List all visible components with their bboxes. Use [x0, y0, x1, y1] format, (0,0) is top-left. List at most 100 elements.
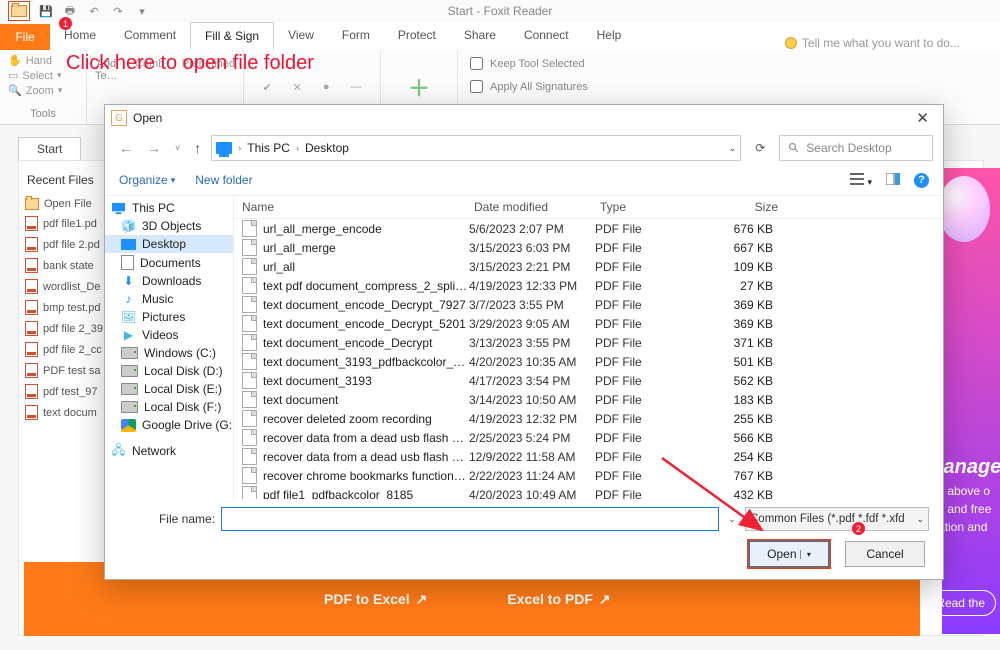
annotation-arrow: [656, 452, 786, 544]
organize-button[interactable]: Organize ▾: [119, 173, 175, 187]
col-name[interactable]: Name: [234, 200, 474, 214]
breadcrumb[interactable]: › This PC › Desktop ⌄: [211, 135, 741, 161]
tree-item-network[interactable]: 🖧Network: [105, 442, 233, 460]
add-signature-icon[interactable]: ＋: [408, 71, 430, 103]
undo-icon[interactable]: ↶: [86, 3, 102, 19]
file-icon: [242, 391, 257, 408]
search-icon: [788, 142, 800, 154]
recent-file-item[interactable]: pdf file 2_cc: [19, 339, 109, 360]
file-row[interactable]: recover deleted zoom recording4/19/2023 …: [234, 409, 943, 428]
tree-item-local-disk-f-[interactable]: Local Disk (F:): [105, 398, 233, 416]
gdrive-icon: [121, 419, 136, 432]
recent-file-item[interactable]: wordlist_De: [19, 276, 109, 297]
tree-item-documents[interactable]: Documents: [105, 253, 233, 272]
recent-file-item[interactable]: text docum: [19, 402, 109, 423]
ribbon-tab-fill-sign[interactable]: Fill & Sign: [190, 22, 274, 50]
recent-file-item[interactable]: pdf file 2.pd: [19, 234, 109, 255]
search-input[interactable]: Search Desktop: [779, 135, 933, 161]
tree-item-windows-c-[interactable]: Windows (C:): [105, 344, 233, 362]
tree-item-local-disk-e-[interactable]: Local Disk (E:): [105, 380, 233, 398]
promo-cta-button[interactable]: Read the: [925, 590, 996, 616]
file-row[interactable]: text document3/14/2023 10:50 AMPDF File1…: [234, 390, 943, 409]
file-row[interactable]: pdf file1_pdfbackcolor_81854/20/2023 10:…: [234, 485, 943, 499]
tree-item-google-drive-g-[interactable]: Google Drive (G:: [105, 416, 233, 434]
ribbon-tab-help[interactable]: Help: [583, 22, 636, 48]
nav-back-icon[interactable]: ←: [115, 138, 137, 158]
keep-tool-checkbox[interactable]: Keep Tool Selected: [466, 54, 588, 73]
ribbon-tabs: File HomeCommentFill & SignViewFormProte…: [0, 22, 1000, 51]
apply-signatures-checkbox[interactable]: Apply All Signatures: [466, 77, 588, 96]
nav-up-icon[interactable]: ↑: [190, 138, 205, 158]
zoom-tool[interactable]: 🔍 Zoom ▾: [8, 84, 78, 97]
nav-fwd-icon[interactable]: →: [143, 138, 165, 158]
tree-item-videos[interactable]: ▶Videos: [105, 326, 233, 344]
ribbon-tab-connect[interactable]: Connect: [510, 22, 583, 48]
pdf-icon: [25, 321, 38, 336]
file-row[interactable]: recover data from a dead usb flash drive…: [234, 428, 943, 447]
start-tab[interactable]: Start: [18, 137, 81, 160]
recent-file-item[interactable]: pdf test_97: [19, 381, 109, 402]
tree-item-this-pc[interactable]: This PC: [105, 199, 233, 217]
tree-item-pictures[interactable]: 🖼Pictures: [105, 308, 233, 326]
crumb-desktop[interactable]: Desktop: [305, 141, 349, 155]
open-file-qat-button[interactable]: [8, 1, 30, 21]
file-row[interactable]: url_all3/15/2023 2:21 PMPDF File109 KB: [234, 257, 943, 276]
crumb-this-pc[interactable]: This PC: [247, 141, 290, 155]
ribbon-tab-protect[interactable]: Protect: [384, 22, 450, 48]
file-name-input[interactable]: [221, 507, 719, 531]
file-row[interactable]: text pdf document_compress_2_split_pdf..…: [234, 276, 943, 295]
col-date[interactable]: Date modified: [474, 200, 600, 214]
tell-me-search[interactable]: Tell me what you want to do...: [786, 36, 1000, 50]
view-mode-icon[interactable]: ▾: [850, 173, 872, 188]
recent-file-item[interactable]: PDF test sa: [19, 360, 109, 381]
excel-to-pdf-link[interactable]: Excel to PDF ↗: [507, 591, 610, 608]
file-row[interactable]: url_all_merge_encode5/6/2023 2:07 PMPDF …: [234, 219, 943, 238]
col-type[interactable]: Type: [600, 200, 706, 214]
file-row[interactable]: url_all_merge3/15/2023 6:03 PMPDF File66…: [234, 238, 943, 257]
file-row[interactable]: text document_encode_Decrypt_52013/29/20…: [234, 314, 943, 333]
annotation-badge-2: 2: [852, 522, 865, 535]
crumb-dropdown-icon[interactable]: ⌄: [729, 143, 737, 154]
nav-history-icon[interactable]: ˅: [171, 141, 184, 155]
file-row[interactable]: recover data from a dead usb flash drive…: [234, 447, 943, 466]
preview-pane-icon[interactable]: [886, 173, 900, 188]
tree-item-music[interactable]: ♪Music: [105, 290, 233, 308]
ribbon-tab-share[interactable]: Share: [450, 22, 510, 48]
close-icon[interactable]: ✕: [908, 107, 937, 129]
annotation-badge-1: 1: [59, 17, 72, 30]
new-folder-button[interactable]: New folder: [195, 173, 252, 187]
qat-more-icon[interactable]: ▾: [134, 3, 150, 19]
file-icon: [242, 258, 257, 275]
refresh-icon[interactable]: ⟳: [747, 135, 773, 161]
save-icon[interactable]: 💾: [38, 3, 54, 19]
tree-item-downloads[interactable]: ⬇Downloads: [105, 272, 233, 290]
recent-file-item[interactable]: bmp test.pd: [19, 297, 109, 318]
file-icon: [242, 277, 257, 294]
ribbon-tab-form[interactable]: Form: [328, 22, 384, 48]
recent-file-item[interactable]: pdf file 2_39: [19, 318, 109, 339]
dialog-toolbar: Organize ▾ New folder ▾ ?: [105, 165, 943, 196]
file-row[interactable]: text document_encode_Decrypt_79273/7/202…: [234, 295, 943, 314]
recent-file-item[interactable]: bank state: [19, 255, 109, 276]
file-row[interactable]: text document_31934/17/2023 3:54 PMPDF F…: [234, 371, 943, 390]
col-size[interactable]: Size: [706, 200, 788, 214]
file-icon: [242, 467, 257, 484]
tree-item-local-disk-d-[interactable]: Local Disk (D:): [105, 362, 233, 380]
file-row[interactable]: text document_3193_pdfbackcolor_77284/20…: [234, 352, 943, 371]
file-tab[interactable]: File: [0, 24, 50, 50]
file-row[interactable]: recover chrome bookmarks functional p...…: [234, 466, 943, 485]
pdf-icon: [25, 300, 38, 315]
cancel-button[interactable]: Cancel: [845, 541, 925, 567]
redo-icon[interactable]: ↷: [110, 3, 126, 19]
file-row[interactable]: text document_encode_Decrypt3/13/2023 3:…: [234, 333, 943, 352]
pdf-to-excel-link[interactable]: PDF to Excel ↗: [324, 591, 427, 608]
open-button[interactable]: Open ▾: [749, 541, 829, 567]
file-list: Name Date modified Type Size url_all_mer…: [234, 196, 943, 499]
ribbon-tab-comment[interactable]: Comment: [110, 22, 190, 48]
help-icon[interactable]: ?: [914, 173, 929, 188]
tree-item-desktop[interactable]: Desktop: [105, 235, 233, 253]
tree-item--d-objects[interactable]: 🧊3D Objects: [105, 217, 233, 235]
recent-file-item[interactable]: pdf file1.pd: [19, 213, 109, 234]
open-file-link[interactable]: Open File: [19, 195, 109, 213]
ribbon-tab-view[interactable]: View: [274, 22, 328, 48]
